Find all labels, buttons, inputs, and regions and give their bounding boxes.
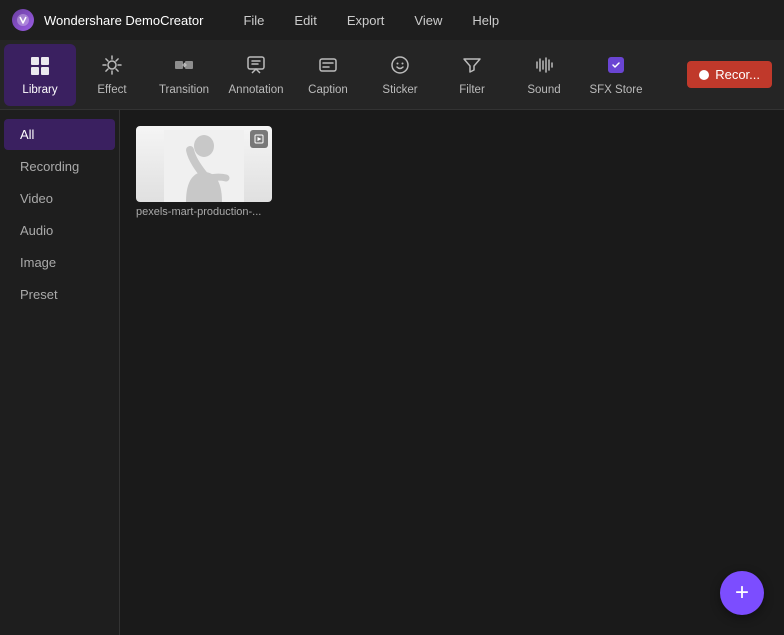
menu-edit[interactable]: Edit: [284, 9, 326, 32]
toolbar-caption-label: Caption: [308, 84, 348, 96]
toolbar-transition-label: Transition: [159, 84, 209, 96]
sidebar-item-recording[interactable]: Recording: [4, 151, 115, 182]
sidebar-item-audio[interactable]: Audio: [4, 215, 115, 246]
title-bar: Wondershare DemoCreator File Edit Export…: [0, 0, 784, 40]
menu-view[interactable]: View: [404, 9, 452, 32]
sidebar-item-image[interactable]: Image: [4, 247, 115, 278]
media-thumbnail: [136, 126, 272, 202]
toolbar-sticker[interactable]: Sticker: [364, 44, 436, 106]
toolbar-annotation-label: Annotation: [229, 84, 284, 96]
caption-icon: [317, 54, 339, 80]
transition-icon: [173, 54, 195, 80]
toolbar-sfx-store[interactable]: SFX Store: [580, 44, 652, 106]
menu-file[interactable]: File: [233, 9, 274, 32]
main-area: All Recording Video Audio Image Preset: [0, 110, 784, 635]
toolbar-effect-label: Effect: [97, 84, 126, 96]
sidebar: All Recording Video Audio Image Preset: [0, 110, 120, 635]
sidebar-item-video[interactable]: Video: [4, 183, 115, 214]
filter-icon: [461, 54, 483, 80]
toolbar-filter[interactable]: Filter: [436, 44, 508, 106]
fab-plus-icon: +: [735, 579, 749, 607]
record-dot: [699, 70, 709, 80]
sfx-store-icon: [605, 54, 627, 80]
app-title: Wondershare DemoCreator: [44, 13, 203, 28]
annotation-icon: [245, 54, 267, 80]
toolbar-transition[interactable]: Transition: [148, 44, 220, 106]
media-card[interactable]: pexels-mart-production-...: [136, 126, 272, 218]
menu-help[interactable]: Help: [462, 9, 509, 32]
toolbar-caption[interactable]: Caption: [292, 44, 364, 106]
library-icon: [29, 54, 51, 80]
sidebar-item-all[interactable]: All: [4, 119, 115, 150]
toolbar-filter-label: Filter: [459, 84, 485, 96]
sidebar-item-preset[interactable]: Preset: [4, 279, 115, 310]
toolbar-library[interactable]: Library: [4, 44, 76, 106]
record-button[interactable]: Recor...: [687, 61, 772, 88]
sound-icon: [533, 54, 555, 80]
content-area: pexels-mart-production-... +: [120, 110, 784, 635]
toolbar-library-label: Library: [22, 84, 57, 96]
sticker-icon: [389, 54, 411, 80]
record-label: Recor...: [715, 67, 760, 82]
effect-icon: [101, 54, 123, 80]
media-type-icon: [250, 130, 268, 148]
menu-export[interactable]: Export: [337, 9, 395, 32]
toolbar: Library Effect Transition: [0, 40, 784, 110]
toolbar-sound[interactable]: Sound: [508, 44, 580, 106]
toolbar-effect[interactable]: Effect: [76, 44, 148, 106]
toolbar-annotation[interactable]: Annotation: [220, 44, 292, 106]
toolbar-sticker-label: Sticker: [382, 84, 417, 96]
add-media-fab[interactable]: +: [720, 571, 764, 615]
toolbar-sound-label: Sound: [527, 84, 560, 96]
app-logo: [12, 9, 34, 31]
media-label: pexels-mart-production-...: [136, 206, 272, 218]
toolbar-sfx-store-label: SFX Store: [589, 84, 642, 96]
